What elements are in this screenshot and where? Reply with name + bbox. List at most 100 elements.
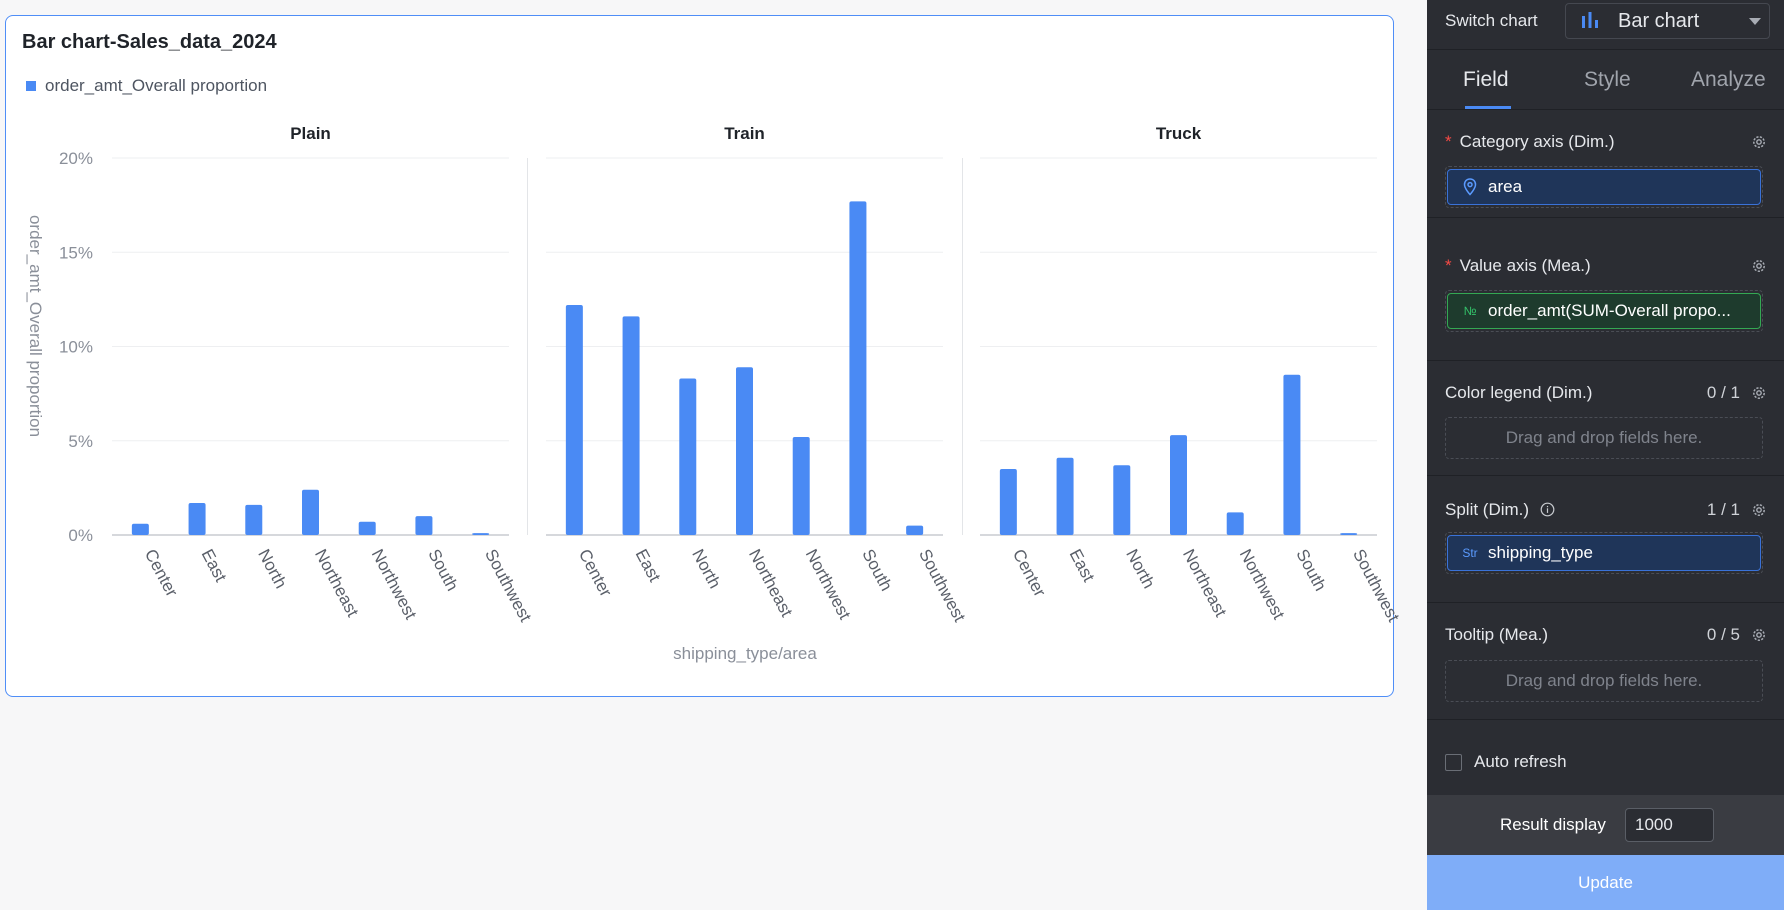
x-axis-label: shipping_type/area <box>673 644 817 663</box>
string-type-icon: Str <box>1462 546 1478 560</box>
x-tick-label: Center <box>575 546 616 600</box>
tab-style[interactable]: Style <box>1584 68 1631 92</box>
y-tick-label: 10% <box>59 338 93 357</box>
bar <box>1056 457 1074 535</box>
x-tick-label: Northeast <box>745 546 797 620</box>
bar <box>302 489 319 535</box>
switch-chart-label: Switch chart <box>1445 11 1538 30</box>
bar <box>1113 465 1131 535</box>
bar <box>415 516 433 535</box>
x-tick-label: North <box>1122 546 1158 592</box>
color-legend-count: 0 / 1 <box>1706 383 1740 402</box>
bar <box>245 504 263 535</box>
split-field: shipping_type <box>1488 543 1593 562</box>
bar <box>1170 435 1187 535</box>
color-legend-section: Color legend (Dim.) 0 / 1 Drag and drop … <box>1427 361 1784 476</box>
bar <box>736 367 753 535</box>
x-tick-label: North <box>688 546 724 592</box>
gear-icon[interactable] <box>1751 134 1767 150</box>
x-tick-label: East <box>632 546 665 585</box>
facet-title: Train <box>724 124 765 143</box>
result-display-input[interactable] <box>1625 808 1714 842</box>
y-tick-label: 5% <box>68 432 93 451</box>
x-tick-label: Center <box>141 546 182 600</box>
x-tick-label: Northwest <box>802 546 855 623</box>
gear-icon[interactable] <box>1751 502 1767 518</box>
value-axis-field-pill[interactable]: № order_amt(SUM-Overall propo... <box>1447 293 1761 329</box>
split-section: Split (Dim.) 1 / 1 Str shipping_type <box>1427 476 1784 603</box>
facet-title: Truck <box>1156 124 1202 143</box>
color-legend-label: Color legend (Dim.) <box>1445 383 1593 402</box>
result-display-row: Result display <box>1427 795 1784 855</box>
split-count: 1 / 1 <box>1706 500 1740 519</box>
split-label: Split (Dim.) <box>1445 500 1555 520</box>
bar <box>906 525 924 535</box>
category-axis-field: area <box>1488 177 1523 196</box>
bar <box>622 316 640 535</box>
value-axis-label: * Value axis (Mea.) <box>1445 256 1591 275</box>
y-tick-label: 15% <box>59 243 93 262</box>
y-tick-label: 0% <box>68 526 93 545</box>
x-tick-label: East <box>198 546 231 585</box>
gear-icon[interactable] <box>1751 258 1767 274</box>
color-legend-dropzone[interactable]: Drag and drop fields here. <box>1445 417 1763 459</box>
bar <box>1340 533 1358 535</box>
bar <box>792 436 810 535</box>
x-tick-label: Southwest <box>915 546 969 625</box>
x-tick-label: South <box>424 546 462 594</box>
category-axis-section: * Category axis (Dim.) area <box>1427 110 1784 218</box>
chart-type-select[interactable]: Bar chart <box>1565 3 1770 39</box>
gear-icon[interactable] <box>1751 385 1767 401</box>
bar-chart-icon <box>1582 12 1598 28</box>
x-tick-label: East <box>1066 546 1099 585</box>
x-tick-label: Center <box>1009 546 1050 600</box>
auto-refresh-label: Auto refresh <box>1474 752 1567 771</box>
bar <box>472 533 490 535</box>
x-tick-label: South <box>858 546 896 594</box>
bar <box>679 378 697 535</box>
active-tab-indicator <box>1465 106 1511 109</box>
split-field-pill[interactable]: Str shipping_type <box>1447 535 1761 571</box>
bar <box>565 305 583 535</box>
tooltip-label: Tooltip (Mea.) <box>1445 625 1548 644</box>
auto-refresh-checkbox[interactable] <box>1445 753 1462 771</box>
location-pin-icon <box>1463 178 1477 196</box>
tooltip-dropzone[interactable]: Drag and drop fields here. <box>1445 660 1763 702</box>
tab-analyze[interactable]: Analyze <box>1691 68 1766 92</box>
bar <box>358 521 376 535</box>
chevron-down-icon <box>1749 18 1761 25</box>
category-axis-field-pill[interactable]: area <box>1447 169 1761 205</box>
panel-tabs: Field Style Analyze <box>1427 50 1784 110</box>
config-panel: Switch chart Bar chart Field Style Analy… <box>1427 0 1784 910</box>
gear-icon[interactable] <box>1751 627 1767 643</box>
bar <box>1226 512 1244 535</box>
x-tick-label: Southwest <box>481 546 535 625</box>
bar <box>131 523 149 535</box>
result-display-label: Result display <box>1500 815 1606 834</box>
number-type-icon: № <box>1463 304 1477 318</box>
x-tick-label: Northwest <box>368 546 421 623</box>
chart-type-value: Bar chart <box>1618 9 1700 32</box>
tooltip-count: 0 / 5 <box>1706 625 1740 644</box>
info-icon[interactable] <box>1540 502 1555 517</box>
value-axis-section: * Value axis (Mea.) № order_amt(SUM-Overa… <box>1427 218 1784 361</box>
switch-chart-row: Switch chart Bar chart <box>1427 0 1784 50</box>
tab-field[interactable]: Field <box>1463 68 1509 92</box>
x-tick-label: South <box>1292 546 1330 594</box>
y-axis-label: order_amt_Overall proportion <box>26 215 45 437</box>
bar <box>1283 374 1301 535</box>
tooltip-section: Tooltip (Mea.) 0 / 5 Drag and drop field… <box>1427 603 1784 720</box>
bar-chart: 0% 5% 10% 15% 20% order_amt_Overall proportio… <box>26 124 1400 663</box>
bar <box>849 201 867 536</box>
auto-refresh-row[interactable]: Auto refresh <box>1445 752 1567 772</box>
bar <box>188 502 206 535</box>
category-axis-label: * Category axis (Dim.) <box>1445 132 1615 151</box>
x-tick-label: North <box>254 546 290 592</box>
x-tick-label: Southwest <box>1349 546 1400 625</box>
y-tick-label: 20% <box>59 149 93 168</box>
x-tick-label: Northwest <box>1236 546 1289 623</box>
update-button[interactable]: Update <box>1427 855 1784 910</box>
facet-title: Plain <box>290 124 331 143</box>
x-tick-label: Northeast <box>311 546 363 620</box>
value-axis-field: order_amt(SUM-Overall propo... <box>1488 301 1731 320</box>
